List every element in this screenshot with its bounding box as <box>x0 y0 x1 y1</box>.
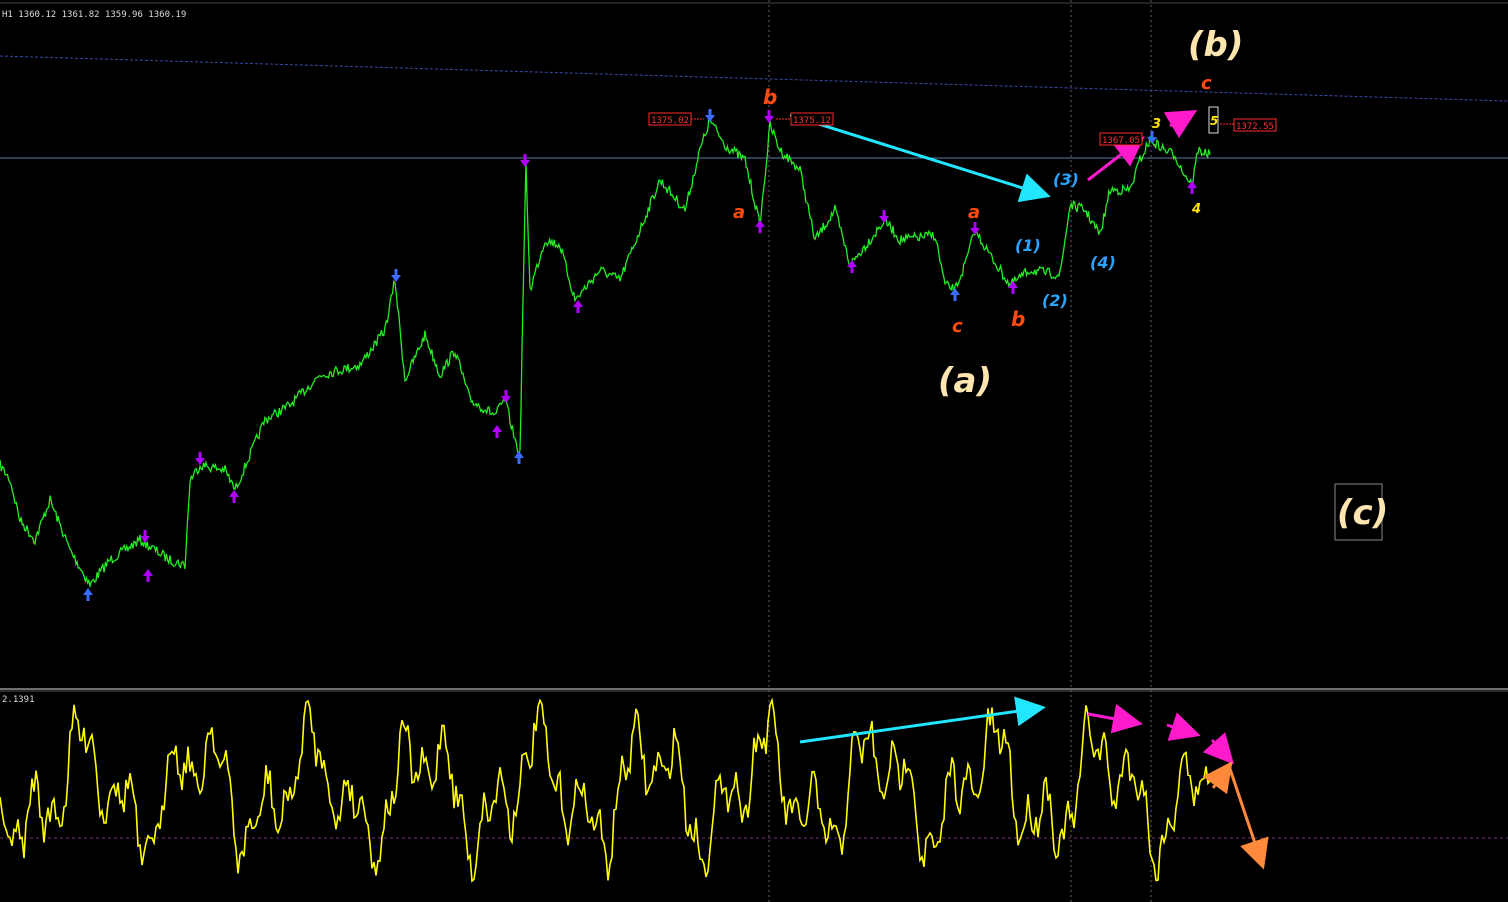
wave-label-red-a: a <box>733 202 745 223</box>
fractal-down-arrow-icon <box>879 210 889 223</box>
cyan-arrow-price <box>789 113 1051 203</box>
wave-label-yellow-4: 4 <box>1191 202 1201 217</box>
oscillator-series <box>0 697 1211 883</box>
price-box[interactable]: 1375.12 <box>776 112 834 126</box>
wave-label-yellow-3: 3 <box>1152 117 1161 132</box>
fractal-up-arrow-icon <box>1008 281 1018 294</box>
fractal-up-arrow-icon <box>514 451 524 464</box>
fractal-up-arrow-icon <box>83 588 93 601</box>
fractal-markers <box>83 109 1197 601</box>
fractal-up-arrow-icon <box>492 425 502 438</box>
wave-label-blue-1: (1) <box>1015 236 1041 255</box>
fractal-down-arrow-icon <box>391 269 401 282</box>
fractal-down-arrow-icon <box>705 109 715 122</box>
fractal-down-arrow-icon <box>140 530 150 543</box>
orange-arrow-osc-up <box>1202 761 1233 795</box>
svg-text:1372.55: 1372.55 <box>1236 122 1274 132</box>
orange-arrow-osc-down <box>1227 765 1269 870</box>
magenta-arrow-price-2 <box>1163 109 1198 139</box>
magenta-arrow-osc <box>1087 703 1143 734</box>
chart-header: H1 1360.12 1361.82 1359.96 1360.19 <box>2 10 186 20</box>
fractal-up-arrow-icon <box>229 490 239 503</box>
magenta-arrow-price <box>1087 136 1145 182</box>
chart-window[interactable]: 1375.02 1375.12 1367.05 1372.55 (a) (b) … <box>0 0 1508 902</box>
magenta-arrow-osc-2 <box>1166 712 1201 741</box>
wave-label-red-b: b <box>763 85 777 109</box>
wave-label-big-b: (b) <box>1188 25 1243 65</box>
wave-label-blue-2: (2) <box>1042 291 1068 310</box>
wave-label-blue-4: (4) <box>1090 253 1116 272</box>
trend-line-dashed <box>0 55 1508 102</box>
wave-label-red-a: a <box>968 202 980 223</box>
indicator-header: 2.1391 <box>2 695 35 705</box>
price-box[interactable]: 1367.05 <box>1099 132 1143 146</box>
wave-label-red-b: b <box>1011 307 1025 331</box>
wave-label-red-c: c <box>1201 73 1212 94</box>
fractal-down-arrow-icon <box>970 222 980 235</box>
fractal-down-arrow-icon <box>1147 131 1157 144</box>
svg-text:1375.02: 1375.02 <box>651 116 689 126</box>
price-box[interactable]: 1375.02 <box>648 112 704 126</box>
fractal-up-arrow-icon <box>755 220 765 233</box>
fractal-up-arrow-icon <box>1187 181 1197 194</box>
wave-label-big-a: (a) <box>938 361 992 401</box>
magenta-arrow-osc-3 <box>1202 732 1235 765</box>
ohlc-values: 1360.12 1361.82 1359.96 1360.19 <box>18 10 187 20</box>
wave-label-red-c: c <box>952 316 963 337</box>
fractal-up-arrow-icon <box>573 300 583 313</box>
fractal-up-arrow-icon <box>143 569 153 582</box>
svg-text:1375.12: 1375.12 <box>793 116 831 126</box>
symbol-timeframe: H1 <box>2 10 13 20</box>
fractal-down-arrow-icon <box>520 154 530 167</box>
cyan-arrow-osc <box>799 696 1046 744</box>
wave-label-blue-3: (3) <box>1053 170 1079 189</box>
chart-canvas[interactable]: 1375.02 1375.12 1367.05 1372.55 (a) (b) … <box>0 0 1508 902</box>
fractal-down-arrow-icon <box>764 110 774 123</box>
price-box[interactable]: 1372.55 <box>1220 118 1277 132</box>
wave-label-yellow-5: 5 <box>1210 114 1218 128</box>
svg-text:1367.05: 1367.05 <box>1102 136 1140 146</box>
wave-label-big-c: (c) <box>1337 493 1388 533</box>
